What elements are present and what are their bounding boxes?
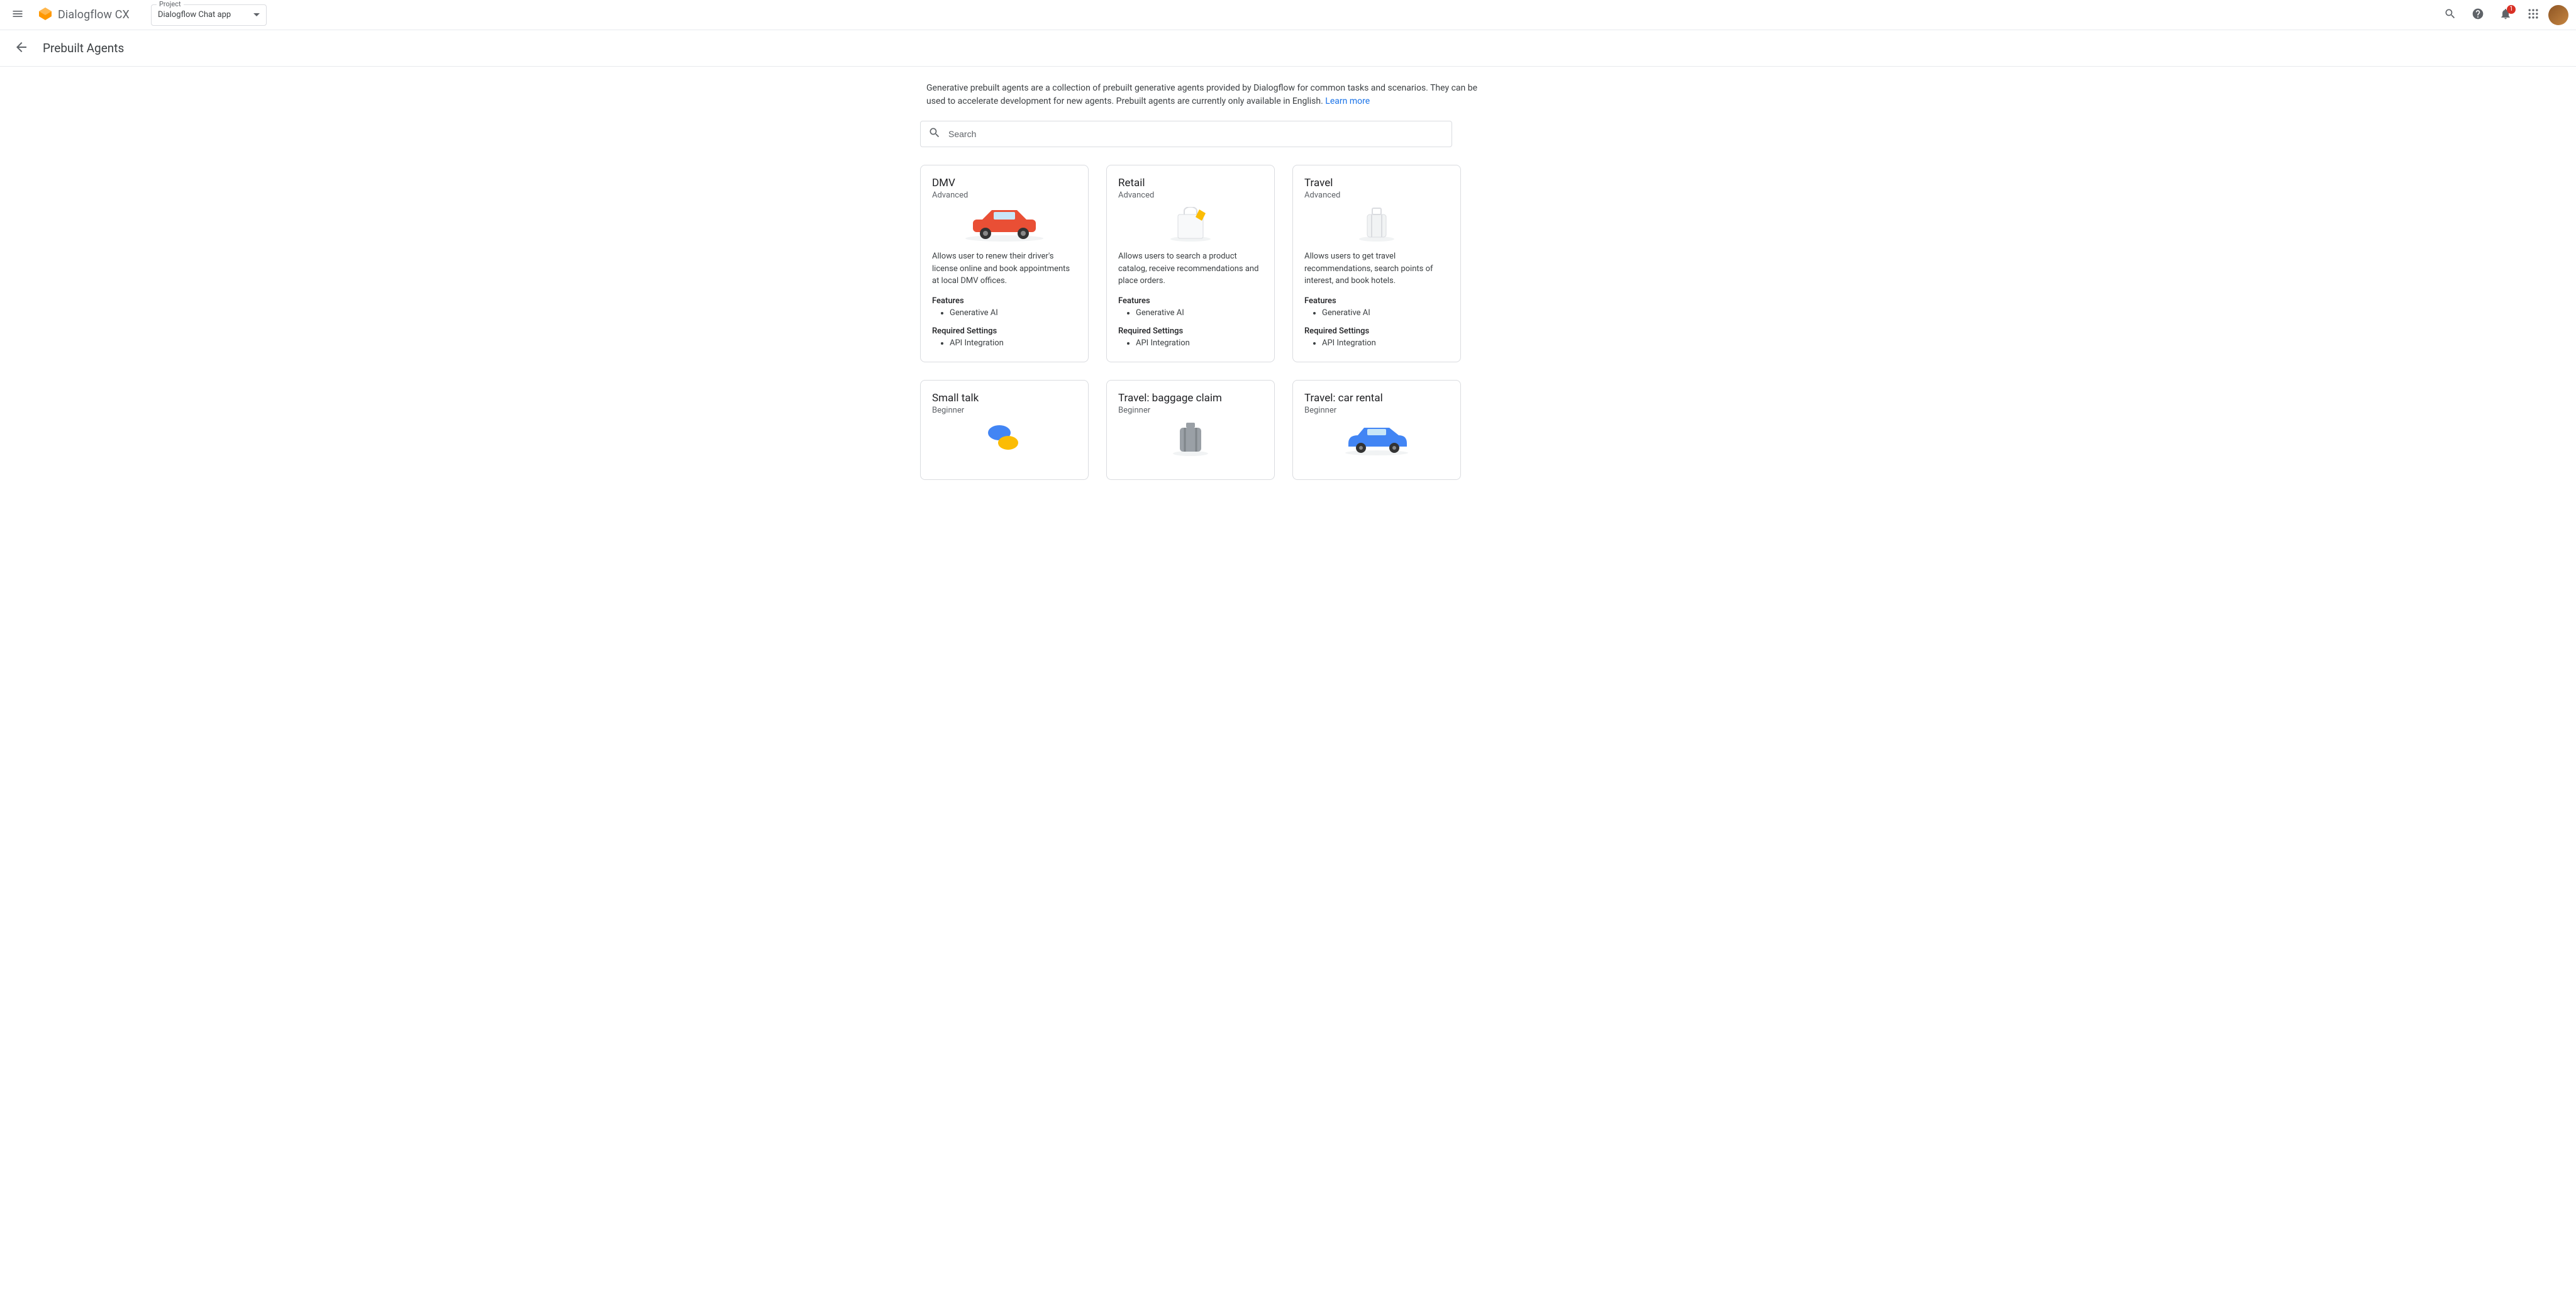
chevron-down-icon	[253, 13, 260, 16]
intro-text: Generative prebuilt agents are a collect…	[920, 82, 1499, 108]
main-menu-button[interactable]	[3, 0, 33, 30]
agent-card-car-rental[interactable]: Travel: car rental Beginner	[1292, 380, 1461, 480]
agent-card-baggage-claim[interactable]: Travel: baggage claim Beginner	[1106, 380, 1275, 480]
agent-card-retail[interactable]: Retail Advanced Allows users to search a…	[1106, 165, 1275, 362]
blue-car-illustration-icon	[1304, 420, 1449, 458]
required-heading: Required Settings	[1304, 326, 1449, 336]
page-header: Prebuilt Agents	[0, 30, 2576, 67]
top-app-bar: Dialogflow CX Project Dialogflow Chat ap…	[0, 0, 2576, 30]
feature-item: Generative AI	[1136, 308, 1263, 318]
card-level: Advanced	[1304, 191, 1449, 200]
car-illustration-icon	[932, 205, 1077, 243]
search-input[interactable]	[948, 129, 1444, 139]
back-button[interactable]	[10, 37, 33, 60]
brand-name: Dialogflow CX	[58, 8, 130, 21]
dialogflow-logo-icon	[38, 6, 53, 24]
notification-badge: 1	[2507, 5, 2516, 14]
agent-search[interactable]	[920, 121, 1452, 147]
features-heading: Features	[1118, 296, 1263, 306]
chat-bubbles-illustration-icon	[932, 420, 1077, 458]
hamburger-icon	[11, 8, 24, 23]
card-description: Allows users to search a product catalog…	[1118, 250, 1263, 287]
arrow-left-icon	[14, 40, 29, 57]
apps-grid-icon	[2527, 8, 2540, 23]
project-picker[interactable]: Project Dialogflow Chat app	[151, 4, 267, 26]
required-heading: Required Settings	[932, 326, 1077, 336]
content-scroll[interactable]: Generative prebuilt agents are a collect…	[0, 67, 2576, 1297]
page-title: Prebuilt Agents	[43, 41, 124, 55]
card-title: Retail	[1118, 177, 1263, 189]
luggage-illustration-icon	[1118, 420, 1263, 458]
project-picker-label: Project	[157, 0, 184, 8]
project-picker-value: Dialogflow Chat app	[158, 10, 231, 19]
google-apps-button[interactable]	[2521, 3, 2546, 28]
notifications-button[interactable]: 1	[2493, 3, 2518, 28]
card-title: Travel: baggage claim	[1118, 392, 1263, 404]
card-title: Travel	[1304, 177, 1449, 189]
card-level: Beginner	[1304, 406, 1449, 415]
card-title: Small talk	[932, 392, 1077, 404]
agent-card-small-talk[interactable]: Small talk Beginner	[920, 380, 1089, 480]
required-heading: Required Settings	[1118, 326, 1263, 336]
search-icon	[928, 126, 941, 142]
required-item: API Integration	[950, 338, 1077, 348]
card-description: Allows user to renew their driver's lice…	[932, 250, 1077, 287]
brand-logo[interactable]: Dialogflow CX	[33, 6, 135, 24]
top-right-actions: 1	[2438, 3, 2573, 28]
intro-body: Generative prebuilt agents are a collect…	[926, 83, 1477, 106]
required-item: API Integration	[1322, 338, 1449, 348]
agent-card-dmv[interactable]: DMV Advanced Allows user to renew their …	[920, 165, 1089, 362]
card-level: Beginner	[932, 406, 1077, 415]
feature-item: Generative AI	[950, 308, 1077, 318]
features-heading: Features	[932, 296, 1077, 306]
suitcase-illustration-icon	[1304, 205, 1449, 243]
feature-item: Generative AI	[1322, 308, 1449, 318]
card-level: Advanced	[1118, 191, 1263, 200]
card-title: Travel: car rental	[1304, 392, 1449, 404]
search-icon	[2444, 8, 2457, 23]
search-button[interactable]	[2438, 3, 2463, 28]
card-level: Beginner	[1118, 406, 1263, 415]
card-title: DMV	[932, 177, 1077, 189]
card-level: Advanced	[932, 191, 1077, 200]
required-item: API Integration	[1136, 338, 1263, 348]
shopping-bag-illustration-icon	[1118, 205, 1263, 243]
content: Generative prebuilt agents are a collect…	[920, 67, 1656, 495]
agents-grid: DMV Advanced Allows user to renew their …	[920, 165, 1656, 480]
help-button[interactable]	[2465, 3, 2490, 28]
card-description: Allows users to get travel recommendatio…	[1304, 250, 1449, 287]
learn-more-link[interactable]: Learn more	[1325, 96, 1370, 106]
agent-card-travel[interactable]: Travel Advanced Allows users to get trav…	[1292, 165, 1461, 362]
features-heading: Features	[1304, 296, 1449, 306]
help-icon	[2472, 8, 2484, 23]
account-avatar[interactable]	[2548, 5, 2568, 25]
